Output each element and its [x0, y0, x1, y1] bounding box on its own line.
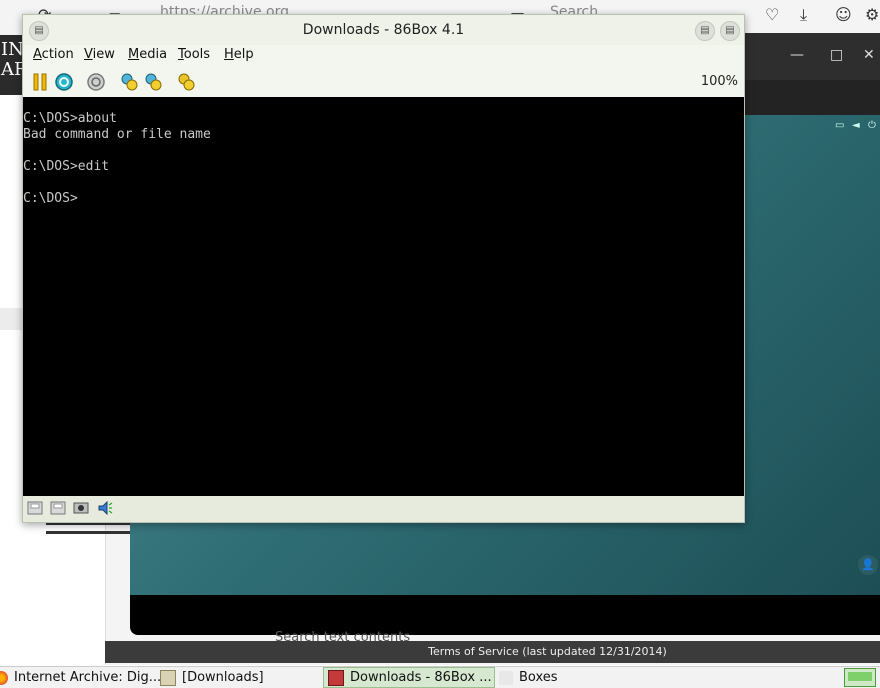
screen-icon: ▭: [835, 120, 845, 131]
86box-window: ▤ Downloads - 86Box 4.1 ▤ ▤ Action View …: [22, 14, 745, 523]
pocket-icon[interactable]: ♡: [765, 5, 779, 24]
menu-mnemonic: V: [84, 47, 93, 62]
network-icon[interactable]: [73, 501, 89, 515]
hard-reset-icon[interactable]: [142, 71, 164, 93]
power-icon[interactable]: [85, 71, 107, 93]
menu-tools-rest: ools: [183, 47, 211, 62]
task-label: [Downloads]: [182, 670, 264, 685]
pause-icon[interactable]: [29, 71, 51, 93]
emulator-screen[interactable]: C:\DOS>about Bad command or file name C:…: [23, 97, 744, 496]
terms-of-service-link[interactable]: Terms of Service (last updated 12/31/201…: [428, 645, 667, 658]
floppy-a-icon[interactable]: [27, 501, 43, 515]
menu-lines: [46, 522, 130, 542]
video-band: [745, 80, 880, 115]
menu-help-rest: elp: [233, 47, 254, 62]
menu-view-rest: iew: [92, 47, 115, 62]
zoom-level: 100%: [700, 74, 738, 89]
menu-media-rest: edia: [139, 47, 168, 62]
menu-bar: Action View Media Tools Help: [23, 45, 744, 67]
menu-mnemonic: M: [128, 47, 140, 62]
floppy-b-icon[interactable]: [50, 501, 66, 515]
menu-help[interactable]: Help: [224, 47, 254, 62]
logo-line: AR: [1, 59, 28, 80]
screenshot-icon[interactable]: [175, 71, 197, 93]
86box-icon: [328, 669, 344, 686]
archive-logo[interactable]: INT AR: [0, 35, 36, 100]
video-header: — □ ✕: [745, 33, 880, 80]
minimize-button[interactable]: ▤: [695, 21, 715, 41]
tray-indicator[interactable]: [844, 668, 876, 687]
boxes-icon: [499, 670, 513, 685]
task-boxes[interactable]: Boxes: [499, 667, 558, 688]
minimize-icon[interactable]: —: [790, 47, 804, 63]
close-button[interactable]: ▤: [720, 21, 740, 41]
extensions-icon[interactable]: ⚙: [865, 5, 879, 24]
task-86box[interactable]: Downloads - 86Box ...: [323, 667, 495, 688]
menu-media[interactable]: Media: [128, 47, 167, 62]
dos-console: C:\DOS>about Bad command or file name C:…: [23, 111, 211, 207]
account-icon[interactable]: ☺: [835, 5, 852, 24]
window-title: Downloads - 86Box 4.1: [302, 22, 465, 38]
volume-icon: ◄: [852, 120, 860, 131]
menu-mnemonic: A: [33, 47, 42, 62]
status-bar: [23, 496, 744, 522]
menu-view[interactable]: View: [84, 47, 115, 62]
task-internet-archive[interactable]: Internet Archive: Dig...: [0, 667, 161, 688]
menu-tools[interactable]: Tools: [178, 47, 210, 62]
close-icon[interactable]: ✕: [863, 47, 875, 63]
console-line: Bad command or file name: [23, 127, 211, 142]
task-label: Downloads - 86Box ...: [350, 670, 492, 685]
folder-icon: [160, 669, 176, 686]
title-bar[interactable]: ▤ Downloads - 86Box 4.1 ▤ ▤: [23, 15, 744, 45]
task-downloads-folder[interactable]: [Downloads]: [160, 667, 264, 688]
user-icon[interactable]: 👤: [858, 555, 878, 575]
firefox-icon: [0, 670, 8, 685]
logo-line: INT: [1, 39, 36, 60]
ctrl-alt-del-icon[interactable]: [53, 71, 75, 93]
maximize-icon[interactable]: □: [830, 47, 843, 63]
task-label: Internet Archive: Dig...: [14, 670, 162, 685]
download-icon[interactable]: ⤓: [800, 5, 807, 25]
sound-icon[interactable]: [97, 501, 113, 515]
toolbar: 100%: [23, 67, 744, 97]
menu-action[interactable]: Action: [33, 47, 74, 62]
menu-action-rest: ction: [41, 47, 74, 62]
power-menu-icon: ⏻: [868, 120, 876, 131]
console-line: C:\DOS>about: [23, 111, 117, 126]
left-panel-block: [0, 308, 24, 330]
console-line: C:\DOS>: [23, 191, 78, 206]
console-line: C:\DOS>edit: [23, 159, 110, 174]
menu-mnemonic: H: [224, 47, 234, 62]
terms-bar: Terms of Service (last updated 12/31/201…: [105, 641, 880, 663]
taskbar: Internet Archive: Dig... [Downloads] Dow…: [0, 666, 880, 688]
settings-icon[interactable]: [118, 71, 140, 93]
task-label: Boxes: [519, 670, 558, 685]
